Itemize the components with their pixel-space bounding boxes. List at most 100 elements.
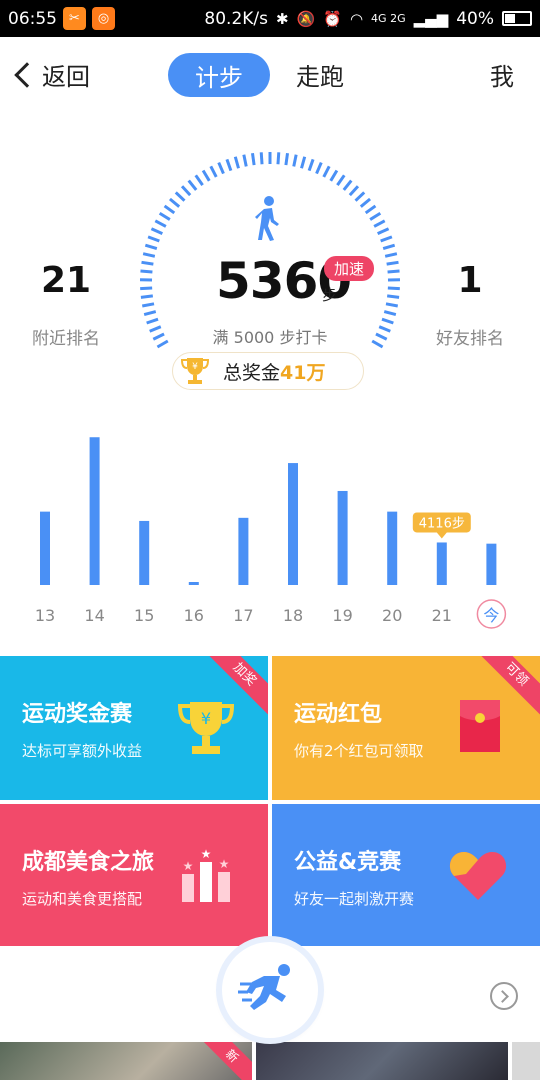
card-charity-race[interactable]: 公益&竞赛 好友一起刺激开赛 xyxy=(272,804,540,948)
gauge-tick xyxy=(380,235,393,243)
thumbnail-3[interactable] xyxy=(512,1042,540,1080)
card-title: 成都美食之旅 xyxy=(22,850,155,875)
thumbnail-2[interactable] xyxy=(256,1042,508,1080)
gauge-tick xyxy=(154,219,167,228)
battery-fill xyxy=(505,14,515,23)
gauge-tick xyxy=(149,325,162,333)
gauge-tick xyxy=(174,191,186,202)
chart-bar[interactable] xyxy=(89,437,100,585)
gauge-tick xyxy=(142,252,156,258)
gauge-tick xyxy=(146,317,159,325)
gauge-tick xyxy=(377,227,390,236)
chart-tick-label: 20 xyxy=(382,606,402,625)
signal-icon: 4G 2G xyxy=(371,11,406,25)
status-time: 06:55 xyxy=(8,8,57,29)
card-subtitle: 运动和美食更搭配 xyxy=(22,890,143,908)
gauge-tick xyxy=(225,158,233,172)
new-badge: 新 xyxy=(196,1042,252,1080)
nearby-rank[interactable]: 21 xyxy=(6,260,126,301)
gauge-tick xyxy=(180,185,192,197)
chart-bar[interactable] xyxy=(139,520,150,585)
chevron-left-icon xyxy=(14,61,40,88)
tab-run[interactable]: 走跑 xyxy=(296,57,344,92)
gauge-tick xyxy=(369,211,382,221)
chart-tick-label: 17 xyxy=(233,606,253,625)
gauge-tick xyxy=(329,169,339,182)
chart-canvas: 13 14 15 16 17 18 19 20 21 4116步今 xyxy=(35,437,507,629)
tab-walk[interactable]: 计步 xyxy=(168,53,270,97)
gauge-tick xyxy=(383,310,397,317)
chart-bar[interactable] xyxy=(288,463,298,585)
card-subtitle: 你有2个红包可领取 xyxy=(294,742,424,760)
card-subtitle: 好友一起刺激开赛 xyxy=(294,890,415,908)
svg-text:¥: ¥ xyxy=(192,362,198,372)
chart-bar[interactable] xyxy=(238,517,249,585)
chart-bar[interactable] xyxy=(40,511,50,585)
gauge-tick xyxy=(158,211,171,221)
gauge-tick xyxy=(381,317,394,325)
gauge-tick xyxy=(156,339,169,349)
svg-text:★: ★ xyxy=(219,857,230,871)
gauge-tick xyxy=(144,243,158,251)
chart-bar[interactable] xyxy=(188,582,199,585)
trophy-icon: ¥ xyxy=(177,702,235,754)
chart-bar[interactable] xyxy=(337,490,348,585)
gauge-tick xyxy=(348,185,360,197)
gauge-tick xyxy=(359,197,372,208)
step-gauge: 21 附近排名 5360 加速 步 满 5000 步打卡 1 好友排名 ¥ 总奖… xyxy=(0,130,540,400)
gauge-tick xyxy=(342,179,353,191)
gauge-tick xyxy=(187,179,198,191)
podium-stars-icon: ★ ★ ★ xyxy=(182,847,230,902)
chart-tick-label: 15 xyxy=(134,606,154,625)
boost-badge[interactable]: 加速 xyxy=(324,256,375,281)
feature-cards: 运动奖金赛 达标可享额外收益 加奖 ¥ 运动红包 你有2个红包可领取 可领 成都… xyxy=(0,656,540,948)
chart-tick-label: 19 xyxy=(332,606,352,625)
me-button[interactable]: 我 xyxy=(490,57,514,92)
prize-value: 41万 xyxy=(280,361,326,384)
card-title: 运动红包 xyxy=(294,702,383,727)
gauge-tick xyxy=(152,332,165,341)
signal-bars-icon: ▂▄▆ xyxy=(413,9,449,28)
gauge-tick xyxy=(251,152,256,166)
card-bonus-race[interactable]: 运动奖金赛 达标可享额外收益 加奖 ¥ xyxy=(0,656,268,800)
chart-bar[interactable] xyxy=(436,542,447,585)
friend-rank[interactable]: 1 xyxy=(410,260,530,301)
chart-bar[interactable] xyxy=(387,511,398,585)
gauge-tick xyxy=(163,204,176,215)
card-food-tour[interactable]: 成都美食之旅 运动和美食更搭配 ★ ★ ★ xyxy=(0,804,268,948)
back-label: 返回 xyxy=(42,63,90,91)
chart-bar[interactable] xyxy=(486,543,497,585)
gauge-tick xyxy=(141,260,154,266)
runner-icon xyxy=(238,964,290,1010)
gauge-tick xyxy=(209,165,218,178)
back-button[interactable]: 返回 xyxy=(12,57,90,92)
notification-app-icon: ✂ xyxy=(63,7,86,30)
status-bar: 06:55 ✂ ◎ 80.2K/s ✱ 🔕 ⏰ ◠ 4G 2G ▂▄▆ 40% xyxy=(0,0,540,37)
chart-tick-label: 18 xyxy=(283,606,303,625)
gauge-tick xyxy=(387,286,400,291)
bar-tooltip-label: 4116步 xyxy=(419,516,465,531)
battery-percent: 40% xyxy=(456,8,494,29)
gauge-tick xyxy=(233,156,240,169)
gauge-tick xyxy=(386,294,400,299)
nearby-rank-label: 附近排名 xyxy=(32,329,100,349)
wifi-icon: ◠ xyxy=(349,9,364,28)
prize-label: 总奖金 xyxy=(223,361,281,384)
goal-label: 满 5000 步打卡 xyxy=(212,328,328,347)
gauge-tick xyxy=(140,269,153,274)
gauge-tick xyxy=(385,302,399,308)
gauge-tick xyxy=(354,191,366,202)
card-red-envelope[interactable]: 运动红包 你有2个红包可领取 可领 xyxy=(272,656,540,800)
red-envelope-icon xyxy=(460,700,500,752)
start-run-button[interactable] xyxy=(222,942,318,1038)
total-prize-pill[interactable]: ¥ 总奖金 41万 xyxy=(172,352,364,390)
thumbnail-1[interactable]: 新 xyxy=(0,1042,252,1080)
chart-tick-label: 21 xyxy=(432,606,452,625)
chart-tick-label: 今 xyxy=(483,606,499,625)
more-button[interactable] xyxy=(490,982,518,1010)
gauge-tick xyxy=(140,286,153,291)
gauge-tick xyxy=(194,174,204,187)
gauge-tick xyxy=(315,161,323,175)
notification-app-icon-2: ◎ xyxy=(92,7,115,30)
gauge-tick xyxy=(336,174,346,187)
